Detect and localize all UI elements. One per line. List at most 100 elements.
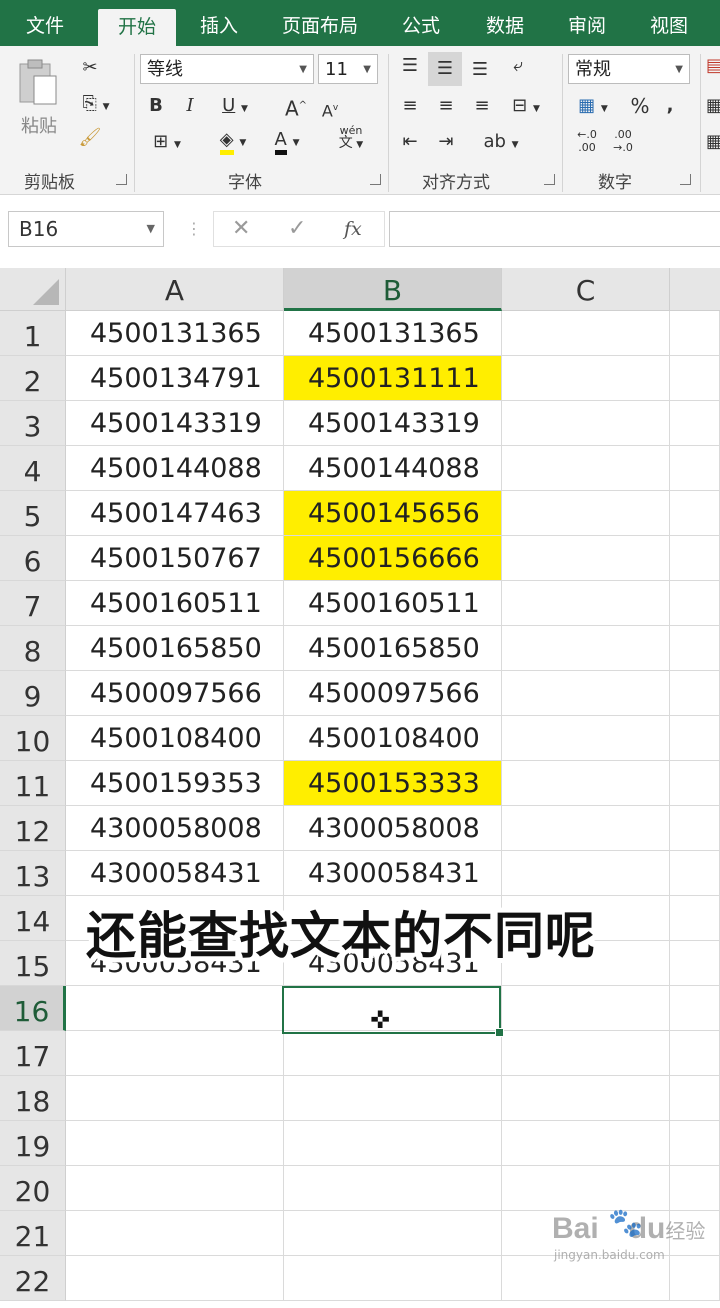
row-header-6[interactable]: 6	[0, 536, 66, 581]
comma-style-icon[interactable]: ,	[660, 94, 680, 118]
paste-button[interactable]: 粘贴	[14, 56, 64, 137]
cell-d2[interactable]	[670, 356, 720, 401]
cell-b11[interactable]: 4500153333	[284, 761, 502, 806]
row-header-8[interactable]: 8	[0, 626, 66, 671]
cell-c19[interactable]	[502, 1121, 670, 1166]
conditional-format-icon[interactable]: ▤	[706, 54, 720, 78]
row-header-1[interactable]: 1	[0, 311, 66, 356]
cell-b12[interactable]: 4300058008	[284, 806, 502, 851]
align-left-icon[interactable]: ≡	[396, 94, 424, 118]
cell-a16[interactable]	[66, 986, 284, 1031]
tab-view[interactable]: 视图	[638, 0, 700, 46]
row-header-5[interactable]: 5	[0, 491, 66, 536]
cell-b2[interactable]: 4500131111	[284, 356, 502, 401]
row-header-20[interactable]: 20	[0, 1166, 66, 1211]
row-header-14[interactable]: 14	[0, 896, 66, 941]
cell-b5[interactable]: 4500145656	[284, 491, 502, 536]
cancel-icon[interactable]: ✕	[232, 212, 250, 246]
tab-file[interactable]: 文件	[8, 0, 82, 46]
row-header-4[interactable]: 4	[0, 446, 66, 491]
decrease-decimal-icon[interactable]: .00 →.0	[608, 128, 638, 154]
borders-icon[interactable]: ⊞ ▼	[144, 130, 190, 157]
cell-b19[interactable]	[284, 1121, 502, 1166]
cell-a13[interactable]: 4300058431	[66, 851, 284, 896]
italic-button[interactable]: I	[178, 94, 202, 118]
cell-a2[interactable]: 4500134791	[66, 356, 284, 401]
column-header-b[interactable]: B	[284, 268, 502, 311]
column-header-a[interactable]: A	[66, 268, 284, 311]
align-bottom-icon[interactable]: ☰	[466, 58, 494, 82]
cell-d13[interactable]	[670, 851, 720, 896]
row-header-2[interactable]: 2	[0, 356, 66, 401]
cell-d22[interactable]	[670, 1256, 720, 1301]
row-header-17[interactable]: 17	[0, 1031, 66, 1076]
cell-b20[interactable]	[284, 1166, 502, 1211]
row-header-12[interactable]: 12	[0, 806, 66, 851]
underline-button[interactable]: U ▼	[212, 94, 258, 121]
copy-icon[interactable]: ⎘ ▼	[76, 92, 116, 119]
merge-center-icon[interactable]: ⊟ ▼	[502, 94, 550, 121]
cell-a4[interactable]: 4500144088	[66, 446, 284, 491]
align-middle-icon[interactable]: ☰	[428, 52, 462, 86]
cell-c13[interactable]	[502, 851, 670, 896]
align-top-icon[interactable]: ☰	[396, 54, 424, 78]
cell-d6[interactable]	[670, 536, 720, 581]
cell-b13[interactable]: 4300058431	[284, 851, 502, 896]
cell-c11[interactable]	[502, 761, 670, 806]
cell-a8[interactable]: 4500165850	[66, 626, 284, 671]
cell-a20[interactable]	[66, 1166, 284, 1211]
row-header-9[interactable]: 9	[0, 671, 66, 716]
fill-handle[interactable]	[495, 1028, 504, 1037]
cell-d9[interactable]	[670, 671, 720, 716]
formula-input[interactable]	[389, 211, 720, 247]
cell-a5[interactable]: 4500147463	[66, 491, 284, 536]
row-header-22[interactable]: 22	[0, 1256, 66, 1301]
tab-page-layout[interactable]: 页面布局	[272, 0, 368, 46]
cell-a19[interactable]	[66, 1121, 284, 1166]
decrease-indent-icon[interactable]: ⇤	[396, 130, 424, 154]
cell-a3[interactable]: 4500143319	[66, 401, 284, 446]
row-header-3[interactable]: 3	[0, 401, 66, 446]
cell-b7[interactable]: 4500160511	[284, 581, 502, 626]
cell-d17[interactable]	[670, 1031, 720, 1076]
cell-a12[interactable]: 4300058008	[66, 806, 284, 851]
name-box[interactable]: B16 ▼	[8, 211, 164, 247]
cell-d15[interactable]	[670, 941, 720, 986]
cell-d10[interactable]	[670, 716, 720, 761]
cell-c5[interactable]	[502, 491, 670, 536]
formula-bar-grip-icon[interactable]: ⋮	[186, 219, 202, 238]
cell-c7[interactable]	[502, 581, 670, 626]
cell-a17[interactable]	[66, 1031, 284, 1076]
cell-b10[interactable]: 4500108400	[284, 716, 502, 761]
cell-d8[interactable]	[670, 626, 720, 671]
phonetic-guide-icon[interactable]: wén 文 ▼	[326, 124, 376, 152]
cell-c9[interactable]	[502, 671, 670, 716]
cell-d3[interactable]	[670, 401, 720, 446]
insert-function-icon[interactable]: fx	[344, 212, 362, 246]
font-launcher-icon[interactable]	[370, 174, 381, 185]
select-all-button[interactable]	[0, 268, 66, 311]
cell-d20[interactable]	[670, 1166, 720, 1211]
cell-b3[interactable]: 4500143319	[284, 401, 502, 446]
cell-c4[interactable]	[502, 446, 670, 491]
cell-a21[interactable]	[66, 1211, 284, 1256]
row-header-13[interactable]: 13	[0, 851, 66, 896]
clipboard-launcher-icon[interactable]	[116, 174, 127, 185]
cell-b8[interactable]: 4500165850	[284, 626, 502, 671]
cell-b9[interactable]: 4500097566	[284, 671, 502, 716]
cell-a6[interactable]: 4500150767	[66, 536, 284, 581]
cell-d14[interactable]	[670, 896, 720, 941]
cell-a7[interactable]: 4500160511	[66, 581, 284, 626]
cell-a10[interactable]: 4500108400	[66, 716, 284, 761]
cell-d11[interactable]	[670, 761, 720, 806]
font-name-combo[interactable]: 等线 ▼	[140, 54, 314, 84]
cell-c2[interactable]	[502, 356, 670, 401]
cell-c8[interactable]	[502, 626, 670, 671]
cell-b21[interactable]	[284, 1211, 502, 1256]
number-format-combo[interactable]: 常规 ▼	[568, 54, 690, 84]
cell-a22[interactable]	[66, 1256, 284, 1301]
column-header-c[interactable]: C	[502, 268, 670, 311]
row-header-10[interactable]: 10	[0, 716, 66, 761]
cell-c22[interactable]	[502, 1256, 670, 1301]
cell-c6[interactable]	[502, 536, 670, 581]
